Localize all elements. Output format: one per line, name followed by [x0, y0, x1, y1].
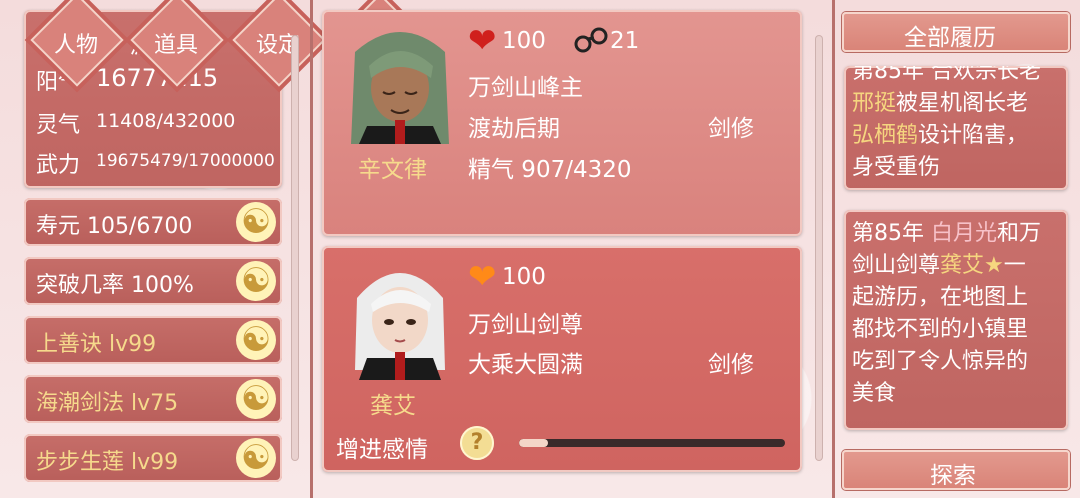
character-essence-1: 精气 907/4320 [468, 157, 632, 183]
character-class-1: 剑修 [708, 116, 754, 142]
affection-progress-fill [519, 439, 549, 447]
heart-icon: ❤ [468, 257, 497, 297]
ling-label: 灵气 [36, 113, 81, 138]
heart-value-1: 100 [502, 28, 546, 54]
skill-row-bubu[interactable]: 步步生莲 lv99 ☯ [24, 434, 282, 482]
affection-progress-bar [519, 439, 785, 447]
skill-row-shangshan[interactable]: 上善诀 lv99 ☯ [24, 316, 282, 364]
skill-label: 海潮剑法 lv75 [36, 391, 179, 416]
menu-item-character[interactable]: 人物 [54, 27, 98, 59]
left-scrollbar[interactable] [292, 36, 298, 460]
ling-value: 11408/432000 [96, 110, 236, 132]
character-title-1: 万剑山峰主 [468, 75, 583, 101]
yin-yang-icon[interactable]: ☯ [236, 320, 276, 360]
character-realm-1: 渡劫后期 [468, 116, 560, 142]
skill-label: 寿元 105/6700 [36, 214, 193, 239]
heart-value-2: 100 [502, 264, 546, 290]
help-icon[interactable]: ? [460, 426, 494, 460]
character-portrait-2 [345, 258, 455, 380]
skill-label: 步步生莲 lv99 [36, 450, 179, 475]
heart-icon: ❤ [468, 21, 497, 61]
yin-yang-icon[interactable]: ☯ [236, 438, 276, 478]
divider-line-right [832, 0, 835, 498]
character-portrait-1 [345, 22, 455, 144]
yin-yang-icon[interactable]: ☯ [236, 202, 276, 242]
divider-line [310, 0, 313, 498]
cuffs-value-1: 21 [610, 28, 640, 54]
middle-scrollbar[interactable] [816, 36, 822, 460]
character-name-2: 龚艾 [370, 393, 416, 419]
skill-row-breakthrough[interactable]: 突破几率 100% ☯ [24, 257, 282, 305]
affection-label: 增进感情 [336, 437, 428, 463]
skill-row-haichao[interactable]: 海潮剑法 lv75 ☯ [24, 375, 282, 423]
yin-yang-icon[interactable]: ☯ [236, 379, 276, 419]
character-title-2: 万剑山剑尊 [468, 312, 583, 338]
history-entry-2: 第85年 白月光和万剑山剑尊龚艾★一起游历，在地图上都找不到的小镇里吃到了令人惊… [844, 210, 1068, 430]
history-entry-text: 第85年 白月光和万剑山剑尊龚艾★一起游历，在地图上都找不到的小镇里吃到了令人惊… [852, 221, 1042, 406]
handcuffs-icon [574, 26, 608, 56]
character-realm-2: 大乘大圆满 [468, 352, 583, 378]
menu-item-items[interactable]: 道具 [154, 27, 198, 59]
explore-label[interactable]: 探索 [930, 456, 976, 490]
history-entry-1: 第85年 合欢宗长老邢挺被星机阁长老弘栖鹤设计陷害，身受重伤 [844, 66, 1068, 190]
yang-value: 16777215 [96, 64, 219, 92]
character-name-1: 辛文律 [358, 157, 427, 183]
yin-yang-icon[interactable]: ☯ [236, 261, 276, 301]
skill-label: 上善诀 lv99 [36, 332, 157, 357]
all-history-label[interactable]: 全部履历 [904, 18, 996, 52]
skill-label: 突破几率 100% [36, 273, 194, 298]
history-entry-text: 第85年 合欢宗长老邢挺被星机阁长老弘栖鹤设计陷害，身受重伤 [852, 66, 1041, 180]
wu-label: 武力 [36, 153, 81, 178]
character-class-2: 剑修 [708, 352, 754, 378]
wu-value: 19675479/17000000 [96, 151, 275, 171]
skill-row-lifespan[interactable]: 寿元 105/6700 ☯ [24, 198, 282, 246]
